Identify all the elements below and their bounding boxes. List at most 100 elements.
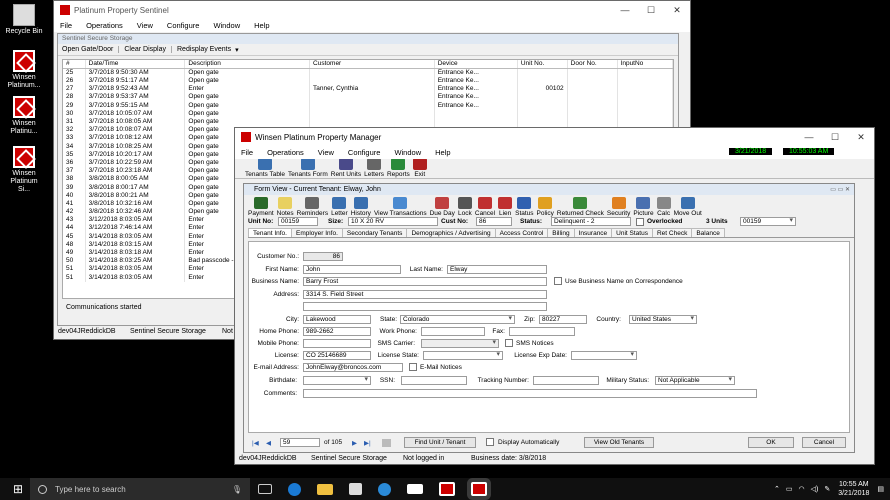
tab-unit-status[interactable]: Unit Status [611, 228, 653, 237]
license-field[interactable]: CO 25146689 [303, 351, 371, 360]
ie-icon[interactable] [378, 482, 391, 496]
windows-start-icon[interactable]: ⊞ [6, 482, 30, 496]
table-row[interactable]: 29 3/7/2018 9:55:15 AM Open gate Entrance K… [63, 101, 673, 110]
notifications-icon[interactable]: ▤ [877, 485, 884, 493]
view-old-tenants-button[interactable]: View Old Tenants [584, 437, 654, 448]
record-number-field[interactable]: 59 [280, 438, 320, 447]
display-automatically-checkbox[interactable] [486, 438, 494, 446]
overlocked-checkbox[interactable] [636, 218, 644, 226]
last-name-field[interactable]: Elway [447, 265, 547, 274]
address-line2-field[interactable] [303, 302, 547, 311]
license-exp-date-field[interactable] [571, 351, 637, 360]
form-tool-security[interactable]: Security [607, 197, 630, 217]
ok-button[interactable]: OK [748, 437, 794, 448]
minimize-icon[interactable]: — [796, 132, 822, 143]
work-phone-field[interactable] [421, 327, 485, 336]
tab-tenant-info[interactable]: Tenant Info. [248, 228, 292, 237]
comments-field[interactable] [303, 389, 757, 398]
column-header[interactable]: InputNo [617, 60, 673, 69]
business-name-field[interactable]: Barry Frost [303, 277, 547, 286]
close-icon[interactable]: ✕ [848, 132, 874, 143]
table-row[interactable]: 30 3/7/2018 10:05:07 AM Open gate [63, 109, 673, 118]
form-tool-notes[interactable]: Notes [277, 197, 294, 217]
table-row[interactable]: 31 3/7/2018 10:08:05 AM Open gate [63, 117, 673, 127]
unit-number-field[interactable]: 00159 [278, 217, 318, 226]
form-tool-lien[interactable]: Lien [498, 197, 513, 217]
table-row[interactable]: 27 3/7/2018 9:52:43 AM Enter Tanner, Cynthi… [63, 85, 673, 94]
use-business-checkbox[interactable] [554, 277, 562, 285]
pen-tray-icon[interactable]: ✎ [824, 485, 830, 493]
volume-icon[interactable]: ◁) [811, 485, 819, 493]
birthdate-field[interactable] [303, 376, 371, 385]
email-notices-checkbox[interactable] [409, 363, 417, 371]
desktop-icon-winsen-3[interactable]: Winsen Platinum Si... [4, 146, 44, 194]
home-phone-field[interactable]: 989-2662 [303, 327, 371, 336]
customer-no-field[interactable]: 86 [303, 252, 343, 261]
city-field[interactable]: Lakewood [303, 315, 371, 324]
form-tool-history[interactable]: History [351, 197, 371, 217]
form-tool-lock[interactable]: Lock [457, 197, 472, 217]
task-view-icon[interactable] [258, 484, 272, 494]
menu-help[interactable]: Help [435, 148, 450, 157]
form-tool-returned-check[interactable]: Returned Check [557, 197, 604, 217]
next-record-icon[interactable]: ▶ [352, 439, 357, 447]
open-gate-button[interactable]: Open Gate/Door [62, 46, 120, 53]
clear-display-button[interactable]: Clear Display [119, 46, 172, 53]
letters-button[interactable]: Letters [364, 158, 384, 178]
minimize-icon[interactable]: — [612, 5, 638, 16]
zip-field[interactable]: 80227 [539, 315, 587, 324]
dropdown-arrow-icon[interactable]: ▾ [235, 46, 239, 54]
sms-notices-checkbox[interactable] [505, 339, 513, 347]
column-header[interactable]: Customer [309, 60, 435, 69]
tenants-form-button[interactable]: Tenants Form [288, 158, 328, 178]
tab-access-control[interactable]: Access Control [494, 228, 549, 237]
column-header[interactable]: Date/Time [85, 60, 186, 69]
column-header[interactable]: Door No. [567, 60, 618, 69]
microphone-icon[interactable]: 🎙 [232, 485, 242, 494]
form-tool-view-transactions[interactable]: View Transactions [374, 197, 427, 217]
menu-file[interactable]: File [241, 148, 253, 157]
cust-number-field[interactable]: 86 [476, 217, 512, 226]
table-row[interactable]: 25 3/7/2018 9:50:30 AM Open gate Entrance K… [63, 68, 673, 77]
recycle-bin-icon[interactable]: Recycle Bin [4, 4, 44, 36]
column-header[interactable]: Description [184, 60, 311, 69]
tenants-table-button[interactable]: Tenants Table [245, 158, 285, 178]
form-tool-picture[interactable]: Picture [633, 197, 654, 217]
desktop-icon-winsen-1[interactable]: Winsen Platinum... [4, 50, 44, 90]
menu-view[interactable]: View [318, 148, 334, 157]
last-record-icon[interactable]: ▶| [364, 439, 371, 447]
menu-configure[interactable]: Configure [348, 148, 381, 157]
ssn-field[interactable] [401, 376, 467, 385]
table-row[interactable]: 28 3/7/2018 9:53:37 AM Open gate Entrance K… [63, 93, 673, 102]
tab-employer-info[interactable]: Employer Info. [290, 228, 343, 237]
table-row[interactable]: 26 3/7/2018 9:51:17 AM Open gate Entrance K… [63, 77, 673, 86]
tab-billing[interactable]: Billing [547, 228, 575, 237]
mail-icon[interactable] [407, 484, 423, 494]
menu-operations[interactable]: Operations [267, 148, 304, 157]
search-box[interactable]: Type here to search 🎙 [30, 478, 250, 500]
menu-view[interactable]: View [137, 21, 153, 30]
rent-units-button[interactable]: Rent Units [331, 158, 361, 178]
first-record-icon[interactable]: |◀ [252, 439, 259, 447]
reports-button[interactable]: Reports [387, 158, 410, 178]
form-tool-due-day[interactable]: Due Day [430, 197, 455, 217]
maximize-icon[interactable]: ☐ [822, 132, 848, 143]
form-tool-policy[interactable]: Policy [537, 197, 554, 217]
license-state-select[interactable] [423, 351, 503, 360]
folder-icon[interactable] [317, 483, 333, 495]
winsen-task-icon[interactable] [439, 482, 455, 496]
tab-secondary-tenants[interactable]: Secondary Tenants [341, 228, 408, 237]
form-tool-calc[interactable]: Calc [656, 197, 671, 217]
sms-carrier-select[interactable] [421, 339, 499, 348]
menu-configure[interactable]: Configure [167, 21, 200, 30]
column-header[interactable]: Device [434, 60, 518, 69]
exit-button[interactable]: Exit [412, 158, 427, 178]
status-field[interactable]: Delinquent - 2 [551, 217, 631, 226]
units-select[interactable]: 00159 [740, 217, 796, 226]
fax-field[interactable] [509, 327, 575, 336]
menu-file[interactable]: File [60, 21, 72, 30]
tab-balance[interactable]: Balance [691, 228, 725, 237]
menu-help[interactable]: Help [254, 21, 269, 30]
form-tool-cancel[interactable]: Cancel [475, 197, 495, 217]
form-tool-status[interactable]: Status [515, 197, 534, 217]
